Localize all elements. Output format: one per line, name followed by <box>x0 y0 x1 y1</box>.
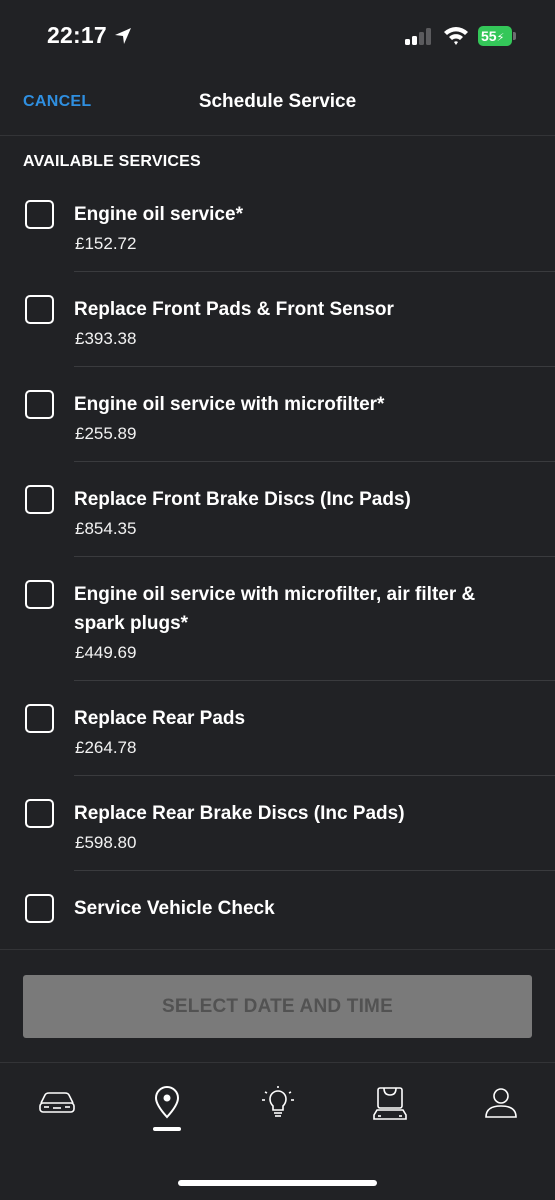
service-name: Engine oil service with microfilter* <box>74 394 385 415</box>
service-checkbox[interactable] <box>25 894 54 923</box>
service-name: Replace Front Pads & Front Sensor <box>74 299 394 320</box>
lightbulb-icon <box>262 1086 294 1117</box>
tab-vehicle[interactable] <box>26 1081 86 1131</box>
wifi-icon <box>444 27 468 45</box>
profile-icon <box>485 1088 517 1118</box>
service-name: Service Vehicle Check <box>74 898 275 919</box>
service-price: £255.89 <box>75 424 137 443</box>
service-price: £393.38 <box>75 329 137 348</box>
service-name: Replace Rear Brake Discs (Inc Pads) <box>74 803 405 824</box>
service-name: Engine oil service* <box>74 204 243 225</box>
service-list: Engine oil service* £152.72 Replace Fron… <box>0 190 555 949</box>
service-checkbox[interactable] <box>25 485 54 514</box>
service-checkbox[interactable] <box>25 580 54 609</box>
service-item[interactable]: Service Vehicle Check <box>0 871 555 949</box>
service-checkbox[interactable] <box>25 295 54 324</box>
tab-ideas[interactable] <box>248 1081 308 1131</box>
battery-indicator: 55⚡ <box>478 26 516 46</box>
service-item[interactable]: Replace Front Brake Discs (Inc Pads) £85… <box>0 462 555 557</box>
service-item[interactable]: Engine oil service with microfilter* £25… <box>0 367 555 462</box>
service-checkbox[interactable] <box>25 200 54 229</box>
tab-dealer-location[interactable] <box>137 1081 197 1131</box>
location-arrow-icon <box>115 28 131 44</box>
services-content[interactable]: AVAILABLE SERVICES Engine oil service* £… <box>0 137 555 949</box>
nav-header: CANCEL Schedule Service <box>0 74 555 136</box>
service-checkbox[interactable] <box>25 704 54 733</box>
page-title: Schedule Service <box>198 91 357 112</box>
active-tab-indicator <box>153 1127 181 1131</box>
service-item[interactable]: Replace Rear Brake Discs (Inc Pads) £598… <box>0 776 555 871</box>
select-date-time-button[interactable]: SELECT DATE AND TIME <box>23 975 532 1038</box>
service-name: Replace Front Brake Discs (Inc Pads) <box>74 489 411 510</box>
service-item[interactable]: Replace Front Pads & Front Sensor £393.3… <box>0 272 555 367</box>
service-name: Engine oil service with microfilter, air… <box>74 584 476 634</box>
service-checkbox[interactable] <box>25 799 54 828</box>
service-price: £152.72 <box>75 234 137 253</box>
service-price: £449.69 <box>75 643 137 662</box>
footer: SELECT DATE AND TIME <box>0 949 555 1062</box>
charging-bolt-icon: ⚡ <box>496 32 505 44</box>
vehicle-shop-icon <box>373 1087 407 1120</box>
service-item[interactable]: Engine oil service* £152.72 <box>0 190 555 272</box>
tab-profile[interactable] <box>470 1081 530 1131</box>
battery-level: 55 <box>481 28 497 44</box>
service-price: £598.80 <box>75 833 137 852</box>
cellular-signal-icon <box>405 27 435 45</box>
status-time: 22:17 <box>47 22 107 48</box>
car-icon <box>39 1092 75 1113</box>
tab-shop[interactable] <box>359 1081 419 1131</box>
location-pin-icon <box>154 1086 180 1119</box>
service-item[interactable]: Replace Rear Pads £264.78 <box>0 681 555 776</box>
section-header: AVAILABLE SERVICES <box>23 153 201 170</box>
service-checkbox[interactable] <box>25 390 54 419</box>
service-item[interactable]: Engine oil service with microfilter, air… <box>0 557 555 681</box>
service-price: £264.78 <box>75 738 137 757</box>
home-indicator <box>178 1180 377 1186</box>
status-bar: 22:17 55⚡ <box>0 0 555 74</box>
tab-bar <box>0 1062 555 1200</box>
service-price: £854.35 <box>75 519 137 538</box>
service-name: Replace Rear Pads <box>74 708 246 729</box>
